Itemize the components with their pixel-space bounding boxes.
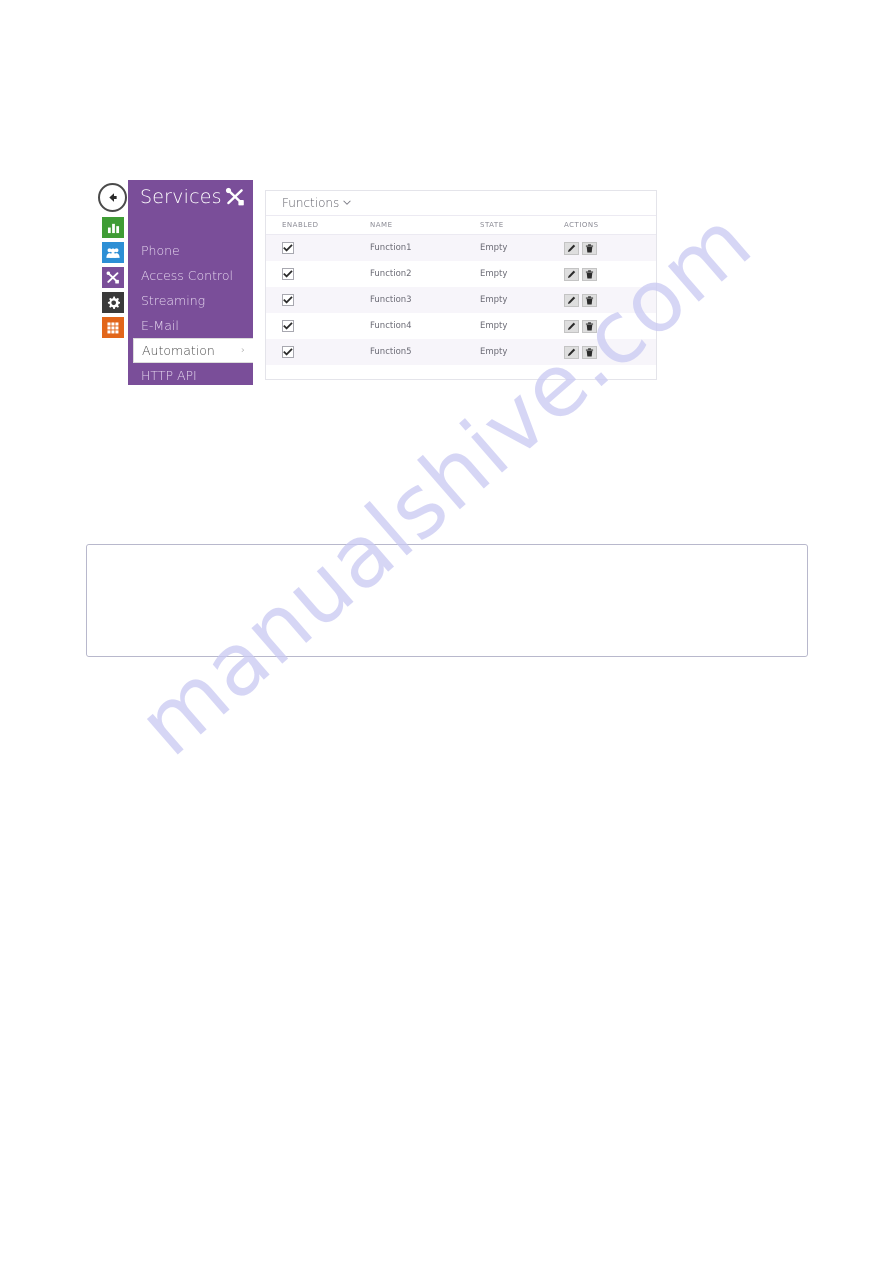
table-row: Function4 Empty — [266, 313, 656, 339]
menu-item-automation[interactable]: Automation › — [133, 338, 253, 363]
enabled-checkbox[interactable] — [282, 294, 294, 306]
functions-panel: Functions ENABLED NAME STATE ACTIONS Fun… — [265, 190, 657, 380]
column-header-name: NAME — [370, 216, 480, 235]
directory-icon[interactable] — [102, 242, 124, 263]
enabled-checkbox[interactable] — [282, 346, 294, 358]
services-menu-list: Phone Access Control Streaming E-Mail Au… — [128, 238, 253, 385]
edit-icon[interactable] — [564, 241, 579, 255]
edit-icon[interactable] — [564, 345, 579, 359]
trash-icon[interactable] — [582, 319, 597, 333]
trash-icon[interactable] — [582, 267, 597, 281]
menu-item-http-api[interactable]: HTTP API — [128, 363, 253, 385]
menu-item-label: Access Control — [141, 268, 233, 283]
cell-name: Function3 — [370, 287, 480, 313]
cell-enabled — [266, 287, 370, 313]
tools-icon — [225, 187, 245, 206]
menu-item-label: Streaming — [141, 293, 206, 308]
back-button[interactable] — [98, 183, 127, 212]
edit-icon[interactable] — [564, 293, 579, 307]
cell-name: Function2 — [370, 261, 480, 287]
tab-functions[interactable]: Functions — [282, 196, 352, 210]
cell-enabled — [266, 339, 370, 365]
cell-actions — [564, 261, 656, 287]
menu-item-label: HTTP API — [141, 368, 197, 383]
table-row: Function2 Empty — [266, 261, 656, 287]
cell-state: Empty — [480, 313, 564, 339]
menu-item-access-control[interactable]: Access Control — [128, 263, 253, 288]
column-header-enabled: ENABLED — [266, 216, 370, 235]
page-title: Services — [140, 186, 222, 208]
cell-actions — [564, 339, 656, 365]
edit-icon[interactable] — [564, 267, 579, 281]
system-icon[interactable] — [102, 292, 124, 313]
services-icon[interactable] — [102, 267, 124, 288]
cell-actions — [564, 234, 656, 261]
menu-item-label: Automation — [142, 343, 215, 358]
trash-icon[interactable] — [582, 345, 597, 359]
document-page: manualshive.com Services Phone Access Co… — [0, 0, 893, 1263]
tab-functions-label: Functions — [282, 196, 340, 210]
panel-header: Services — [128, 180, 253, 226]
functions-tab-row: Functions — [266, 191, 656, 216]
cell-name: Function1 — [370, 234, 480, 261]
enabled-checkbox[interactable] — [282, 268, 294, 280]
cell-state: Empty — [480, 261, 564, 287]
menu-item-label: Phone — [141, 243, 180, 258]
functions-table: ENABLED NAME STATE ACTIONS Function1 Emp… — [266, 216, 656, 365]
column-header-state: STATE — [480, 216, 564, 235]
chevron-down-icon — [343, 198, 352, 208]
menu-item-phone[interactable]: Phone — [128, 238, 253, 263]
cell-enabled — [266, 261, 370, 287]
edit-icon[interactable] — [564, 319, 579, 333]
cell-actions — [564, 287, 656, 313]
cell-name: Function4 — [370, 313, 480, 339]
status-icon[interactable] — [102, 217, 124, 238]
trash-icon[interactable] — [582, 293, 597, 307]
table-row: Function3 Empty — [266, 287, 656, 313]
icon-rail — [102, 217, 124, 342]
table-row: Function5 Empty — [266, 339, 656, 365]
cell-state: Empty — [480, 234, 564, 261]
cell-state: Empty — [480, 339, 564, 365]
cell-enabled — [266, 313, 370, 339]
back-arrow-icon — [105, 190, 120, 205]
cell-state: Empty — [480, 287, 564, 313]
application-screenshot: Services Phone Access Control Streaming … — [98, 180, 658, 385]
enabled-checkbox[interactable] — [282, 320, 294, 332]
cell-actions — [564, 313, 656, 339]
services-menu-panel: Services Phone Access Control Streaming … — [128, 180, 253, 385]
menu-item-streaming[interactable]: Streaming — [128, 288, 253, 313]
enabled-checkbox[interactable] — [282, 242, 294, 254]
column-header-actions: ACTIONS — [564, 216, 656, 235]
note-box — [86, 544, 808, 657]
menu-item-label: E-Mail — [141, 318, 179, 333]
cell-enabled — [266, 234, 370, 261]
table-header-row: ENABLED NAME STATE ACTIONS — [266, 216, 656, 235]
table-row: Function1 Empty — [266, 234, 656, 261]
chevron-right-icon: › — [241, 345, 245, 356]
menu-item-email[interactable]: E-Mail — [128, 313, 253, 338]
trash-icon[interactable] — [582, 241, 597, 255]
cell-name: Function5 — [370, 339, 480, 365]
apps-grid-icon[interactable] — [102, 317, 124, 338]
